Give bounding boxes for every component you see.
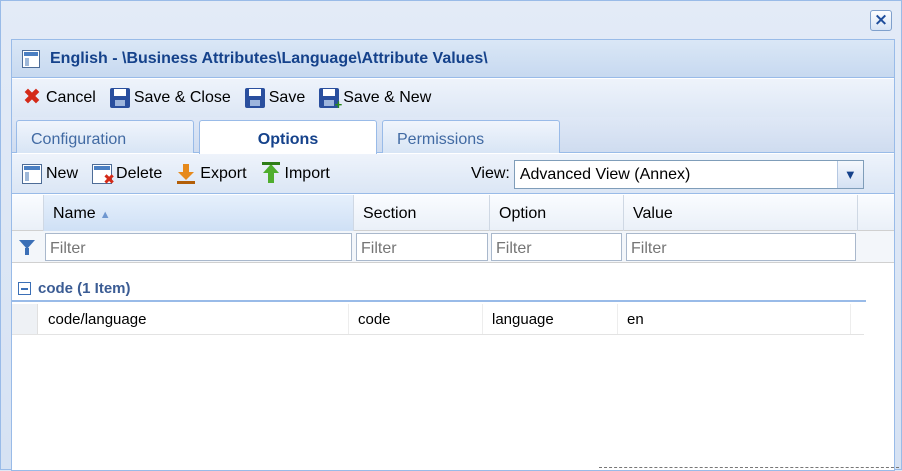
group-label: code (1 Item) xyxy=(38,279,131,297)
delete-button[interactable]: ✖ Delete xyxy=(90,161,164,188)
column-header-value[interactable]: Value xyxy=(624,195,858,231)
column-header-section[interactable]: Section xyxy=(354,195,490,231)
grid-toolbar: New ✖ Delete Export Import View: Advance… xyxy=(12,154,894,194)
tab-strip: Configuration Options Permissions xyxy=(12,117,894,154)
delete-icon: ✖ xyxy=(92,163,115,188)
view-dropdown-value: Advanced View (Annex) xyxy=(519,165,691,183)
cell-option: language xyxy=(483,304,618,334)
panel-titlebar: English - \Business Attributes\Language\… xyxy=(12,40,894,78)
close-icon[interactable]: × xyxy=(870,10,892,31)
new-icon xyxy=(22,163,42,184)
save-new-icon: + xyxy=(319,88,342,111)
sort-asc-icon: ▲ xyxy=(99,209,111,221)
export-icon xyxy=(176,163,196,184)
filter-value-input[interactable] xyxy=(626,233,856,261)
row-marker xyxy=(12,304,38,334)
view-label: View: xyxy=(471,165,510,182)
save-new-button[interactable]: + Save & New xyxy=(317,85,433,111)
save-close-button[interactable]: Save & Close xyxy=(108,85,233,111)
cell-section: code xyxy=(349,304,483,334)
attribute-panel: English - \Business Attributes\Language\… xyxy=(11,39,895,471)
save-button[interactable]: Save xyxy=(243,85,307,111)
resize-outline xyxy=(599,467,899,468)
tab-configuration[interactable]: Configuration xyxy=(16,120,194,153)
cancel-button[interactable]: ✖ Cancel xyxy=(20,85,98,111)
tab-options[interactable]: Options xyxy=(199,120,377,154)
filter-row xyxy=(12,231,894,263)
cell-name: code/language xyxy=(39,304,349,334)
form-icon xyxy=(22,49,40,68)
filter-option-input[interactable] xyxy=(491,233,622,261)
row-marker-header xyxy=(12,195,44,231)
new-button[interactable]: New xyxy=(20,161,80,187)
save-icon xyxy=(109,88,130,108)
import-button[interactable]: Import xyxy=(259,161,332,187)
cell-value: en xyxy=(618,304,851,334)
filter-section-input[interactable] xyxy=(356,233,488,261)
view-dropdown[interactable]: Advanced View (Annex) ▼ xyxy=(513,159,864,189)
collapse-icon[interactable] xyxy=(18,281,31,295)
table-row[interactable]: code/language code language en xyxy=(12,304,864,335)
import-icon xyxy=(261,161,281,184)
chevron-down-icon[interactable]: ▼ xyxy=(836,160,863,188)
view-selector: View: Advanced View (Annex) ▼ xyxy=(471,154,864,194)
cancel-icon: ✖ xyxy=(22,85,42,110)
save-icon xyxy=(244,88,265,108)
column-header-name[interactable]: Name ▲ xyxy=(44,195,354,231)
grid-header: Name ▲ Section Option Value xyxy=(12,195,894,231)
group-header[interactable]: code (1 Item) xyxy=(12,276,866,302)
panel-title: English - \Business Attributes\Language\… xyxy=(50,49,488,67)
filter-name-input[interactable] xyxy=(45,233,352,261)
filter-icon[interactable] xyxy=(19,240,35,256)
tab-permissions[interactable]: Permissions xyxy=(382,120,560,153)
export-button[interactable]: Export xyxy=(174,161,248,187)
dialog-window: × English - \Business Attributes\Languag… xyxy=(0,0,902,471)
column-header-option[interactable]: Option xyxy=(490,195,624,231)
main-toolbar: ✖ Cancel Save & Close Save + Save & New xyxy=(12,79,894,117)
